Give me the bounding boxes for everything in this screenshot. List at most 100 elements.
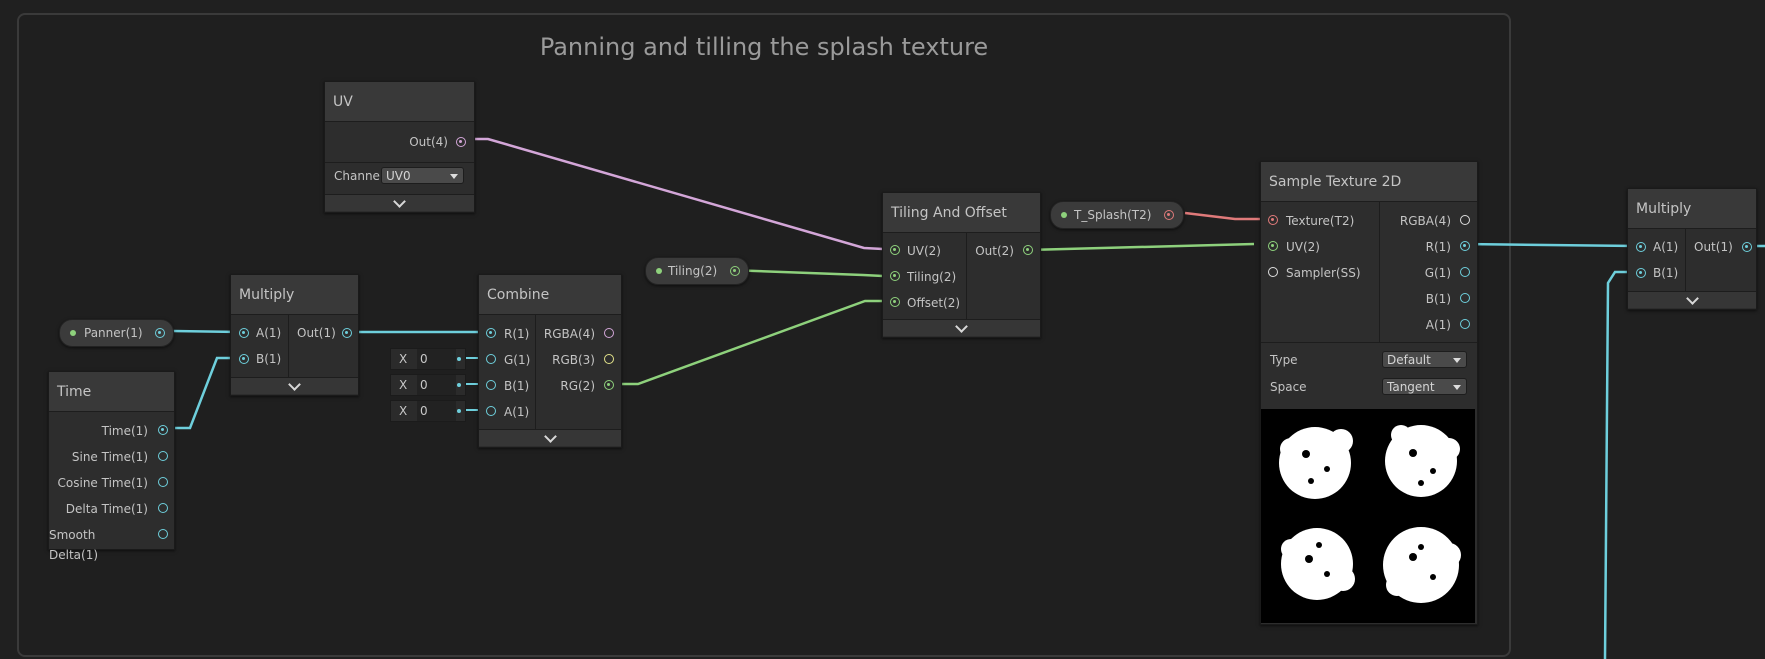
port-out-b[interactable] [1460,293,1470,303]
port-out-label: Out(1) [1694,240,1733,254]
port-in-b[interactable] [1636,268,1646,278]
port-label-b: B(1) [1425,292,1451,306]
collapse-button[interactable] [231,377,358,394]
port-in-texture[interactable] [1268,215,1278,225]
node-title[interactable]: Multiply [1628,189,1756,229]
node-title[interactable]: Combine [479,275,621,315]
field-value[interactable]: 0 [417,349,456,369]
a-inline-field[interactable]: X 0 [390,400,466,422]
panner-property[interactable]: Panner(1) [59,319,174,347]
node-title[interactable]: Sample Texture 2D [1261,162,1477,202]
caret-down-icon [450,174,458,179]
port-label-a: A(1) [1425,318,1451,332]
port-out[interactable] [1742,242,1752,252]
port-in-a[interactable] [486,406,496,416]
port-in-sampler[interactable] [1268,267,1278,277]
port-out-rgba[interactable] [604,328,614,338]
channel-label: Channe [334,169,380,183]
port-out-rg[interactable] [604,380,614,390]
field-value[interactable]: 0 [417,401,456,421]
type-dropdown[interactable]: Default [1382,351,1467,368]
port-label-tiling: Tiling(2) [907,270,957,284]
port-label-r: R(1) [1425,240,1451,254]
caret-down-icon [1453,358,1461,363]
time-output-label: Time(1) [101,424,148,438]
chevron-down-icon [1685,292,1699,305]
node-title[interactable]: Tiling And Offset [883,193,1040,233]
wire-r-to-multiply [1462,242,1638,248]
field-dot [457,383,461,387]
chevron-down-icon [288,378,301,391]
port-label-b: B(1) [256,352,282,366]
delta-time-label: Delta Time(1) [65,502,148,516]
port-cosine-time[interactable] [158,477,168,487]
sample-texture-2d-node[interactable]: Sample Texture 2D Texture(T2) UV(2) Samp… [1260,161,1478,625]
port-out-rgba[interactable] [1460,215,1470,225]
port-delta-time[interactable] [158,503,168,513]
space-value: Tangent [1387,380,1435,394]
collapse-button[interactable] [479,429,621,446]
multiply-node[interactable]: Multiply A(1) B(1) Out(1) [230,274,359,396]
port-out-rgb[interactable] [604,354,614,364]
chevron-down-icon [393,195,406,208]
port-out[interactable] [730,266,740,276]
combine-node[interactable]: Combine R(1) G(1) B(1) A(1) RGBA(4) RGB(… [478,274,622,448]
uv-node[interactable]: UV Out(4) Channe UV0 [324,81,475,213]
port-out[interactable] [456,137,466,147]
port-in-r[interactable] [486,328,496,338]
b-inline-field[interactable]: X 0 [390,374,466,396]
port-out-label: Out(2) [975,244,1014,258]
time-node[interactable]: Time Time(1) Sine Time(1) Cosine Time(1)… [48,371,175,562]
port-in-b[interactable] [239,354,249,364]
space-dropdown[interactable]: Tangent [1382,378,1467,395]
port-label-uv: UV(2) [1286,240,1320,254]
tiling-and-offset-node[interactable]: Tiling And Offset UV(2) Tiling(2) Offset… [882,192,1041,338]
port-in-a[interactable] [1636,242,1646,252]
node-title[interactable]: UV [325,82,474,122]
tiling-property[interactable]: Tiling(2) [645,257,749,285]
channel-dropdown[interactable]: UV0 [381,167,464,184]
wire-splash-to-texture [1184,211,1261,221]
node-title[interactable]: Multiply [231,275,358,315]
port-label-rgb: RGB(3) [552,353,595,367]
port-label-a: A(1) [504,405,530,419]
field-value[interactable]: 0 [417,375,456,395]
port-out-g[interactable] [1460,267,1470,277]
port-out-r[interactable] [1460,241,1470,251]
splash-texture-property[interactable]: T_Splash(T2) [1050,201,1184,229]
type-label: Type [1270,353,1298,367]
port-sine-time[interactable] [158,451,168,461]
port-out-a[interactable] [1460,319,1470,329]
port-time[interactable] [158,425,168,435]
type-value: Default [1387,353,1431,367]
port-in-a[interactable] [239,328,249,338]
g-inline-field[interactable]: X 0 [390,348,466,370]
cosine-time-label: Cosine Time(1) [57,476,148,490]
field-dot [457,409,461,413]
property-dot [1061,212,1067,218]
multiply-node-2[interactable]: Multiply A(1) B(1) Out(1) [1627,188,1757,310]
port-in-b[interactable] [486,380,496,390]
port-out-label: Out(4) [409,135,448,149]
collapse-button[interactable] [325,194,474,211]
port-label-offset: Offset(2) [907,296,961,310]
port-out[interactable] [1023,245,1033,255]
collapse-button[interactable] [883,319,1040,336]
chevron-down-icon [543,430,557,443]
panner-label: Panner(1) [84,326,143,340]
splash-label: T_Splash(T2) [1074,208,1152,222]
port-in-uv[interactable] [1268,241,1278,251]
port-smooth-delta[interactable] [158,529,168,539]
port-in-offset[interactable] [890,297,900,307]
port-out[interactable] [342,328,352,338]
sine-time-label: Sine Time(1) [71,450,148,464]
port-label-b: B(1) [1653,266,1679,280]
port-out[interactable] [155,328,165,338]
port-out[interactable] [1164,210,1174,220]
wire-tiling-prop [727,268,884,278]
port-in-tiling[interactable] [890,271,900,281]
node-title[interactable]: Time [49,372,174,412]
port-in-uv[interactable] [890,245,900,255]
collapse-button[interactable] [1628,291,1756,308]
port-in-g[interactable] [486,354,496,364]
